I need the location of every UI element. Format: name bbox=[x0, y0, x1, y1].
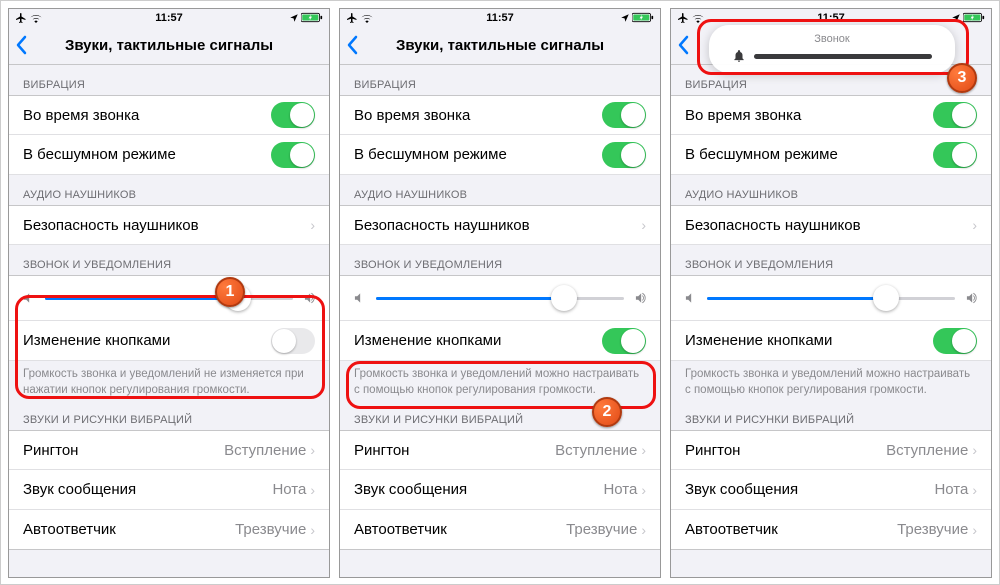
row-vibrate-silent[interactable]: В бесшумном режиме bbox=[340, 135, 660, 175]
chevron-right-icon: › bbox=[310, 482, 315, 498]
section-footer-ringer: Громкость звонка и уведомлений не изменя… bbox=[9, 361, 329, 400]
chevron-right-icon: › bbox=[972, 482, 977, 498]
section-header-vibration: ВИБРАЦИЯ bbox=[9, 65, 329, 95]
section-header-headphones: АУДИО НАУШНИКОВ bbox=[671, 175, 991, 205]
row-headphone-safety[interactable]: Безопасность наушников › bbox=[9, 205, 329, 245]
chevron-right-icon: › bbox=[310, 522, 315, 538]
toggle-vibrate-ring[interactable] bbox=[271, 102, 315, 128]
screenshot-panel-1: 11:57 Звуки, тактильные сигналы ВИБРАЦИЯ… bbox=[8, 8, 330, 578]
row-vibrate-ring[interactable]: Во время звонка bbox=[9, 95, 329, 135]
section-header-vibration: ВИБРАЦИЯ bbox=[340, 65, 660, 95]
section-footer-ringer: Громкость звонка и уведомлений можно нас… bbox=[671, 361, 991, 400]
volume-low-icon bbox=[352, 291, 368, 305]
row-change-with-buttons[interactable]: Изменение кнопками bbox=[671, 321, 991, 361]
volume-hud: Звонок bbox=[709, 25, 955, 73]
section-header-headphones: АУДИО НАУШНИКОВ bbox=[9, 175, 329, 205]
volume-high-icon bbox=[301, 291, 317, 305]
ringer-volume-slider[interactable] bbox=[707, 283, 955, 313]
chevron-right-icon: › bbox=[641, 482, 646, 498]
location-icon bbox=[951, 13, 961, 23]
row-ringtone[interactable]: РингтонВступление› bbox=[671, 430, 991, 470]
status-bar: 11:57 bbox=[340, 9, 660, 29]
screenshot-panel-2: 11:57 Звуки, тактильные сигналы ВИБРАЦИЯ… bbox=[339, 8, 661, 578]
row-vibrate-silent[interactable]: В бесшумном режиме bbox=[671, 135, 991, 175]
bell-icon bbox=[732, 49, 746, 63]
status-time: 11:57 bbox=[671, 12, 991, 24]
row-voicemail[interactable]: АвтоответчикТрезвучие› bbox=[340, 510, 660, 550]
volume-high-icon bbox=[963, 291, 979, 305]
volume-high-icon bbox=[632, 291, 648, 305]
section-header-sounds: ЗВУКИ И РИСУНКИ ВИБРАЦИЙ bbox=[9, 400, 329, 430]
toggle-vibrate-silent[interactable] bbox=[933, 142, 977, 168]
section-header-ringer: ЗВОНОК И УВЕДОМЛЕНИЯ bbox=[340, 245, 660, 275]
section-header-sounds: ЗВУКИ И РИСУНКИ ВИБРАЦИЙ bbox=[671, 400, 991, 430]
section-header-ringer: ЗВОНОК И УВЕДОМЛЕНИЯ bbox=[671, 245, 991, 275]
toggle-vibrate-silent[interactable] bbox=[271, 142, 315, 168]
nav-bar: Звуки, тактильные сигналы bbox=[9, 29, 329, 65]
toggle-change-with-buttons[interactable] bbox=[933, 328, 977, 354]
toggle-vibrate-ring[interactable] bbox=[933, 102, 977, 128]
volume-low-icon bbox=[21, 291, 37, 305]
row-text-tone[interactable]: Звук сообщенияНота› bbox=[671, 470, 991, 510]
chevron-right-icon: › bbox=[641, 522, 646, 538]
location-icon bbox=[620, 13, 630, 23]
row-change-with-buttons[interactable]: Изменение кнопками bbox=[340, 321, 660, 361]
row-text-tone[interactable]: Звук сообщения Нота › bbox=[9, 470, 329, 510]
battery-icon bbox=[301, 12, 323, 23]
status-time: 11:57 bbox=[340, 12, 660, 24]
row-headphone-safety[interactable]: Безопасность наушников› bbox=[340, 205, 660, 245]
toggle-vibrate-silent[interactable] bbox=[602, 142, 646, 168]
page-title: Звуки, тактильные сигналы bbox=[340, 37, 660, 54]
screenshot-panel-3: 11:57 ВИБРАЦИЯ Во время звонка В бесшумн… bbox=[670, 8, 992, 578]
location-icon bbox=[289, 13, 299, 23]
page-title: Звуки, тактильные сигналы bbox=[9, 37, 329, 54]
row-vibrate-ring[interactable]: Во время звонка bbox=[671, 95, 991, 135]
row-text-tone[interactable]: Звук сообщенияНота› bbox=[340, 470, 660, 510]
section-header-ringer: ЗВОНОК И УВЕДОМЛЕНИЯ bbox=[9, 245, 329, 275]
section-footer-ringer: Громкость звонка и уведомлений можно нас… bbox=[340, 361, 660, 400]
section-header-headphones: АУДИО НАУШНИКОВ bbox=[340, 175, 660, 205]
chevron-right-icon: › bbox=[310, 217, 315, 233]
row-vibrate-silent[interactable]: В бесшумном режиме bbox=[9, 135, 329, 175]
row-ringer-slider[interactable] bbox=[671, 275, 991, 321]
ringer-volume-slider[interactable] bbox=[376, 283, 624, 313]
chevron-right-icon: › bbox=[972, 522, 977, 538]
row-ringer-slider[interactable] bbox=[9, 275, 329, 321]
status-bar: 11:57 bbox=[9, 9, 329, 29]
status-time: 11:57 bbox=[9, 12, 329, 24]
section-header-sounds: ЗВУКИ И РИСУНКИ ВИБРАЦИЙ bbox=[340, 400, 660, 430]
row-headphone-safety[interactable]: Безопасность наушников› bbox=[671, 205, 991, 245]
chevron-right-icon: › bbox=[641, 217, 646, 233]
nav-bar: Звуки, тактильные сигналы bbox=[340, 29, 660, 65]
row-voicemail[interactable]: Автоответчик Трезвучие › bbox=[9, 510, 329, 550]
chevron-right-icon: › bbox=[972, 217, 977, 233]
row-ringer-slider[interactable] bbox=[340, 275, 660, 321]
volume-hud-bar bbox=[754, 54, 932, 59]
toggle-vibrate-ring[interactable] bbox=[602, 102, 646, 128]
battery-icon bbox=[632, 12, 654, 23]
toggle-change-with-buttons[interactable] bbox=[602, 328, 646, 354]
row-ringtone[interactable]: РингтонВступление› bbox=[340, 430, 660, 470]
volume-hud-title: Звонок bbox=[814, 33, 850, 45]
volume-low-icon bbox=[683, 291, 699, 305]
row-vibrate-ring[interactable]: Во время звонка bbox=[340, 95, 660, 135]
chevron-right-icon: › bbox=[972, 442, 977, 458]
row-change-with-buttons[interactable]: Изменение кнопками bbox=[9, 321, 329, 361]
ringer-volume-slider[interactable] bbox=[45, 283, 293, 313]
chevron-right-icon: › bbox=[310, 442, 315, 458]
back-button[interactable] bbox=[677, 35, 689, 55]
battery-icon bbox=[963, 12, 985, 23]
toggle-change-with-buttons[interactable] bbox=[271, 328, 315, 354]
chevron-right-icon: › bbox=[641, 442, 646, 458]
row-voicemail[interactable]: АвтоответчикТрезвучие› bbox=[671, 510, 991, 550]
status-right bbox=[289, 12, 323, 23]
row-ringtone[interactable]: Рингтон Вступление › bbox=[9, 430, 329, 470]
